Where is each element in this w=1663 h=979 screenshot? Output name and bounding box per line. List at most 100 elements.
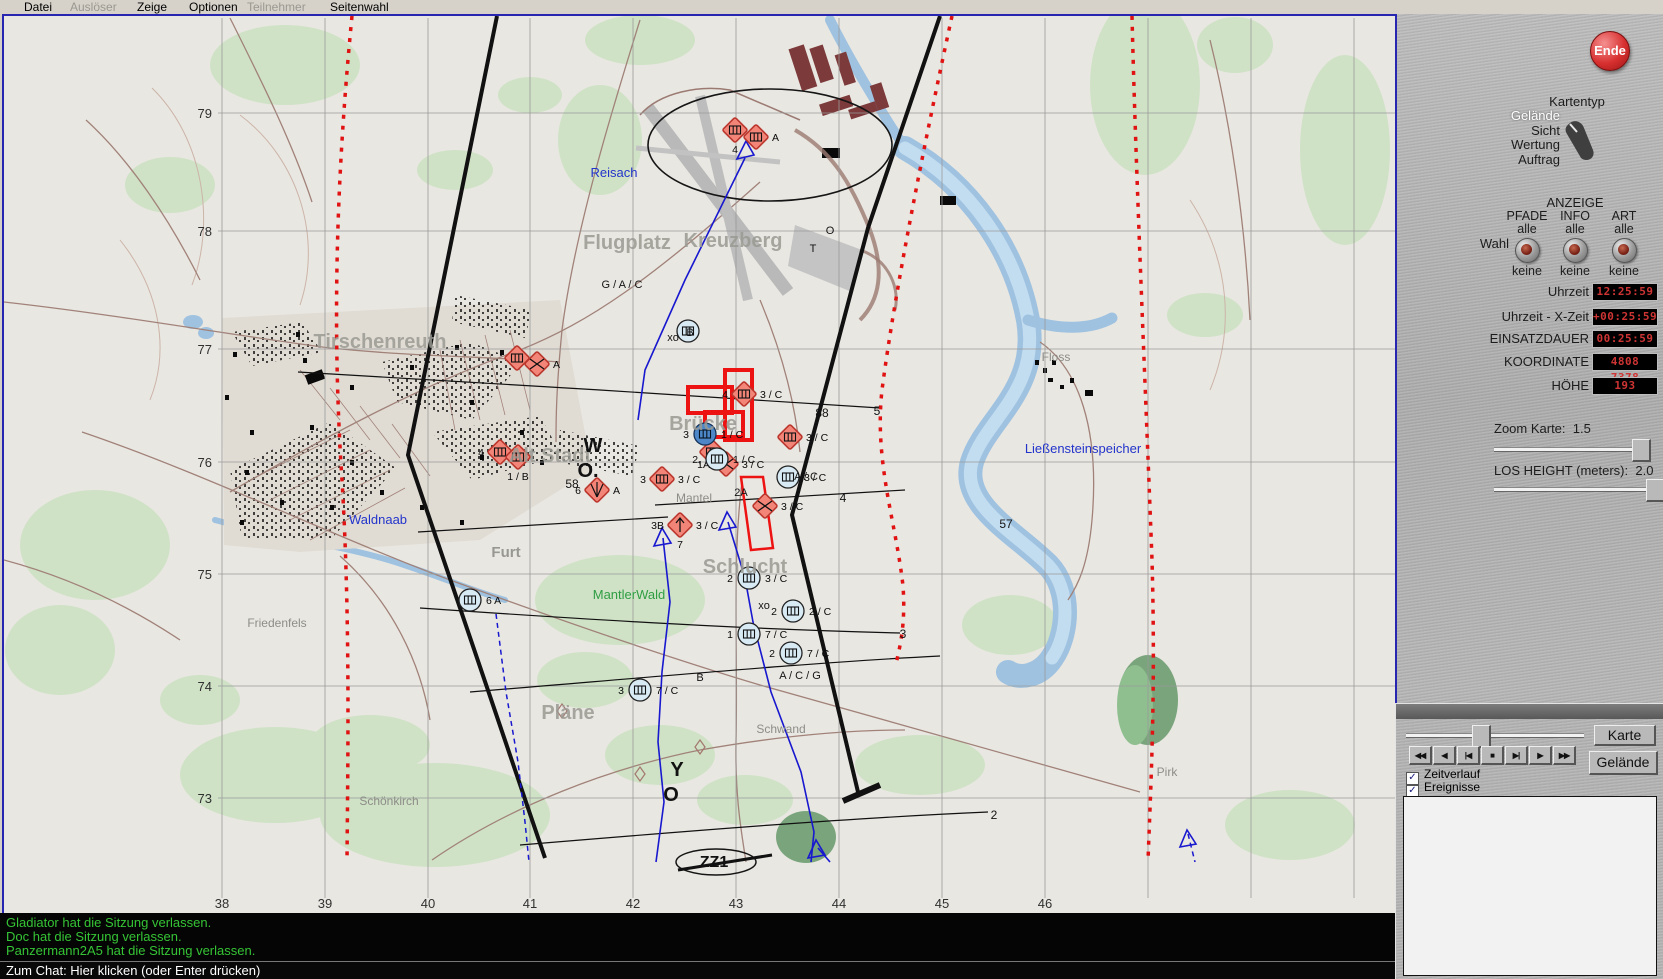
anzeige-keine-label: keine (1560, 264, 1590, 278)
map-label: B (686, 327, 693, 339)
svg-text:2: 2 (771, 606, 777, 618)
svg-text:7 / C: 7 / C (765, 629, 788, 641)
menu-item-teilnehmer: Teilnehmer (247, 0, 306, 14)
map-label: 4 (840, 491, 847, 505)
step-back-button[interactable]: |◀ (1457, 746, 1480, 765)
anzeige-column-info: INFO alle keine (1547, 209, 1603, 278)
map-label: A / C / G (779, 670, 821, 682)
map-label: Schlucht (703, 556, 788, 578)
map-label: Friedenfels (247, 616, 306, 630)
map-label: W (584, 435, 603, 457)
step-forward-button[interactable]: ▶| (1505, 746, 1528, 765)
grid-label-x: 38 (215, 896, 229, 911)
map-label: Schwand (756, 722, 805, 736)
map-label: Floss (1042, 350, 1071, 364)
field-value-display: 12:25:59 (1592, 283, 1658, 301)
chat-prompt-bar[interactable]: Zum Chat: Hier klicken (oder Enter drück… (0, 961, 1395, 979)
kartentyp-option-wertung[interactable]: Wertung (1437, 137, 1560, 153)
anzeige-name: ART (1611, 209, 1637, 223)
field-label: Uhrzeit - X-Zeit (1501, 309, 1589, 324)
kartentyp-knob-icon[interactable] (1563, 120, 1599, 160)
svg-text:4: 4 (478, 447, 484, 459)
map-label: T (810, 243, 817, 255)
menu-item-optionen[interactable]: Optionen (189, 0, 238, 14)
playback-panel: ◀◀ ◀ |◀ ■ ▶| ▶ ▶▶ Karte Gelände ✓ Zeitverlauf ✓ E… (1395, 703, 1663, 979)
anzeige-alle-label: alle (1565, 222, 1585, 236)
los-height-slider[interactable] (1494, 479, 1663, 502)
checkbox-row-ereignisse: ✓ Ereignisse (1406, 780, 1481, 798)
art-knob[interactable] (1611, 238, 1637, 263)
map-label: Tirschenreuth (314, 331, 447, 353)
grid-label-x: 45 (935, 896, 949, 911)
grid-label-y: 79 (198, 106, 212, 121)
timeline-slider[interactable] (1406, 725, 1584, 748)
rewind-button[interactable]: ◀◀ (1409, 746, 1432, 765)
field-value-display: 193 (1592, 377, 1658, 395)
field-row: Uhrzeit - X-Zeit +00:25:59 (1397, 308, 1663, 326)
grid-label-x: 46 (1038, 896, 1052, 911)
pfade-knob[interactable] (1514, 238, 1540, 263)
svg-text:3B: 3B (651, 520, 664, 532)
grid-label-y: 76 (198, 455, 212, 470)
field-value-display: +00:25:59 (1592, 308, 1658, 326)
anzeige-title: ANZEIGE (1546, 195, 1604, 210)
kartentyp-option-auftrag[interactable]: Auftrag (1437, 152, 1560, 168)
field-row: Uhrzeit 12:25:59 (1397, 283, 1663, 301)
field-value-display: 4808 7378 (1592, 353, 1658, 384)
grid-label-y: 77 (198, 342, 212, 357)
map-label: 57 (999, 517, 1013, 531)
menu-bar: Datei Auslöser Zeige Optionen Teilnehmer Seit… (0, 0, 1663, 14)
svg-text:1 / C: 1 / C (733, 454, 756, 466)
anzeige-keine-label: keine (1609, 264, 1639, 278)
map-label: 88 (815, 406, 829, 420)
map-label: 2 (991, 808, 998, 822)
field-label: Uhrzeit (1547, 284, 1589, 299)
map-label: MantlerWald (593, 587, 665, 602)
menu-item-datei[interactable]: Datei (24, 0, 52, 14)
field-row: KOORDINATE4808 7378 (1397, 353, 1663, 384)
map-canvas[interactable]: 79787776757473383940414243444546 (4, 16, 1395, 913)
zoom-karte-slider-thumb[interactable] (1632, 439, 1651, 462)
menu-item-zeige[interactable]: Zeige (137, 0, 167, 14)
map-label: Schönkirch (359, 794, 418, 808)
event-list[interactable] (1403, 796, 1657, 976)
zoom-karte-slider[interactable] (1494, 439, 1651, 462)
anzeige-name: INFO (1560, 209, 1590, 223)
info-knob[interactable] (1562, 238, 1588, 263)
los-height-label: LOS HEIGHT (meters): 2.0 (1494, 463, 1654, 478)
map-label: ZZ1 (700, 854, 729, 871)
svg-text:2,: 2, (692, 454, 701, 466)
gelaende-button[interactable]: Gelände (1589, 751, 1658, 775)
kartentyp-option-sicht[interactable]: Sicht (1437, 123, 1560, 139)
fast-forward-button[interactable]: ▶▶ (1553, 746, 1576, 765)
map-label: xo (758, 600, 770, 612)
grid-label-x: 42 (626, 896, 640, 911)
field-label: HÖHE (1551, 378, 1589, 393)
stop-button[interactable]: ■ (1481, 746, 1504, 765)
map-label: Brücke (669, 413, 737, 435)
map-label: Kreuzberg (684, 230, 783, 252)
svg-text:A: A (553, 359, 560, 371)
menu-item-seitenwahl[interactable]: Seitenwahl (330, 0, 389, 14)
grid-label-y: 74 (198, 679, 212, 694)
play-button[interactable]: ▶ (1529, 746, 1552, 765)
map-label: O. (577, 460, 598, 482)
map-label: O (826, 225, 835, 237)
svg-text:3: 3 (618, 685, 624, 697)
svg-text:3 / C: 3 / C (678, 474, 701, 486)
los-height-slider-thumb[interactable] (1646, 479, 1663, 502)
menu-item-auslöser: Auslöser (70, 0, 117, 14)
svg-text:6 A: 6 A (486, 595, 501, 607)
kartentyp-option-gelände[interactable]: Gelände (1437, 108, 1560, 124)
svg-text:2: 2 (769, 648, 775, 660)
timeline-slider-thumb[interactable] (1472, 725, 1491, 748)
play-reverse-button[interactable]: ◀ (1433, 746, 1456, 765)
map-label: Pirk (1157, 765, 1179, 779)
karte-button[interactable]: Karte (1594, 725, 1656, 746)
grid-label-x: 44 (832, 896, 846, 911)
grid-label-x: 41 (523, 896, 537, 911)
checkbox-label: Ereignisse (1424, 780, 1481, 794)
ende-button[interactable]: Ende (1590, 31, 1630, 71)
chat-message: Panzermann2A5 hat die Sitzung verlassen. (6, 943, 256, 958)
map-label: B (696, 672, 703, 684)
